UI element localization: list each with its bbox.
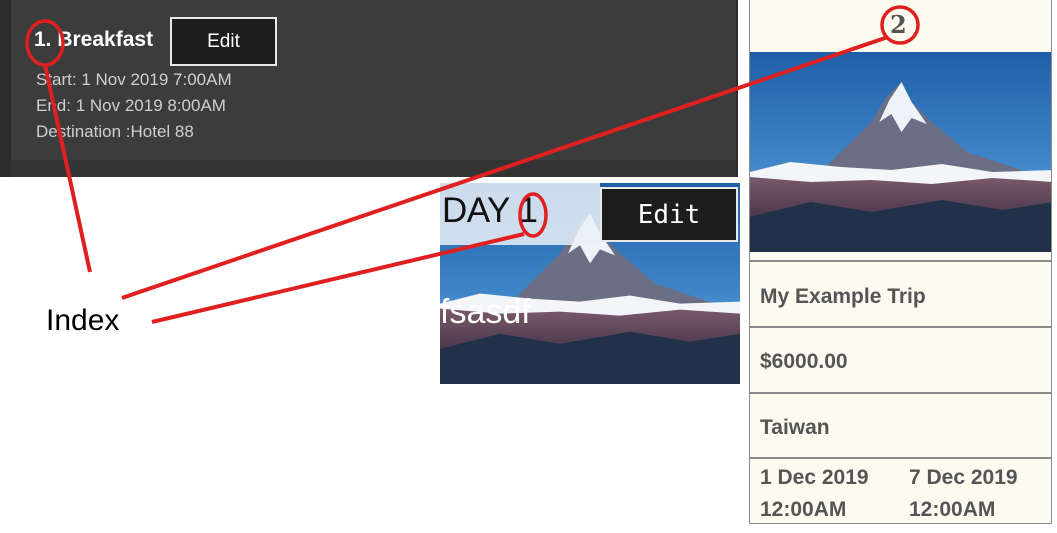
trip-start-time: 12:00AM — [760, 498, 847, 521]
trip-divider — [750, 260, 1051, 262]
day-label: DAY 1 — [442, 191, 538, 230]
trip-divider — [750, 457, 1051, 459]
index-annotation-label: Index — [46, 304, 120, 337]
day-card[interactable]: DAY 1 Edit fsasdf — [440, 183, 740, 384]
event-end-time: End: 1 Nov 2019 8:00AM — [36, 96, 226, 115]
day-name: fsasdf — [440, 293, 531, 331]
trip-divider — [750, 392, 1051, 394]
event-card-divider — [11, 160, 736, 177]
trip-index: 2 — [890, 10, 907, 39]
trip-end-date: 7 Dec 2019 — [909, 466, 1018, 489]
trip-card[interactable]: 2 My Example Trip $6000.00 Taiwan 1 Dec … — [749, 0, 1052, 524]
mountain-landscape-image — [750, 52, 1051, 252]
trip-start-date: 1 Dec 2019 — [760, 466, 869, 489]
trip-name: My Example Trip — [760, 285, 926, 308]
trip-destination: Taiwan — [760, 416, 830, 439]
event-destination: Destination :Hotel 88 — [36, 122, 194, 141]
event-title: 1. Breakfast — [34, 28, 154, 51]
trip-budget: $6000.00 — [760, 350, 848, 373]
event-card: 1. Breakfast Edit Start: 1 Nov 2019 7:00… — [0, 0, 738, 177]
trip-divider — [750, 326, 1051, 328]
trip-end-time: 12:00AM — [909, 498, 996, 521]
event-edit-button[interactable]: Edit — [170, 17, 277, 66]
event-start-time: Start: 1 Nov 2019 7:00AM — [36, 70, 232, 89]
day-edit-button[interactable]: Edit — [600, 187, 738, 242]
